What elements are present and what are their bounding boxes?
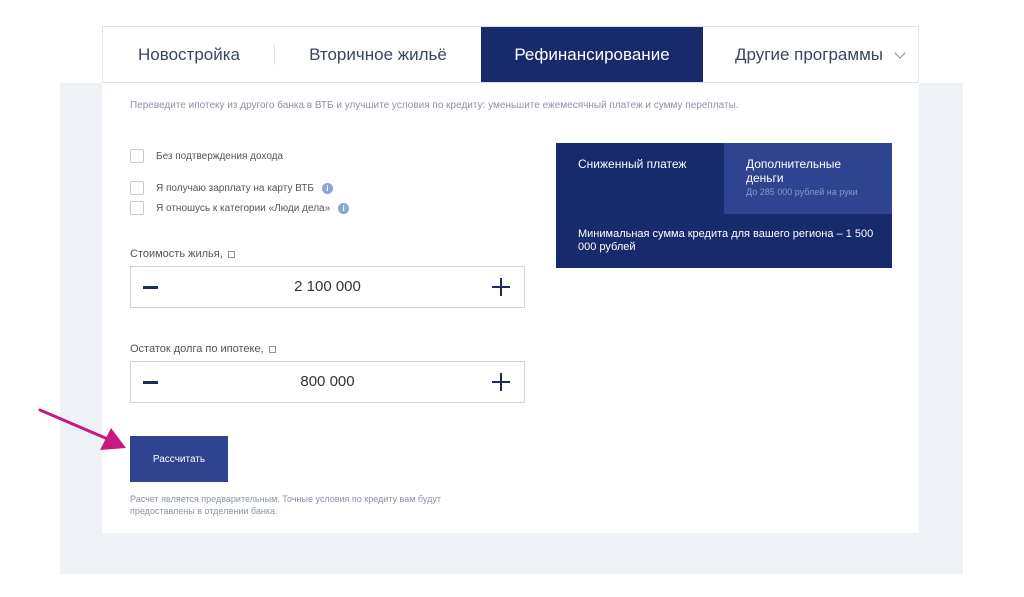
checkbox-box[interactable]: [130, 149, 144, 163]
tab-other-programs[interactable]: Другие программы: [703, 27, 918, 82]
option-extra-money-title: Дополнительные деньги: [746, 157, 841, 185]
page-subtitle: Переведите ипотеку из другого банка в ВТ…: [130, 100, 739, 111]
disclaimer-note: Расчет является предварительным. Точные …: [130, 494, 441, 516]
checkbox-box[interactable]: [130, 181, 144, 195]
checkbox-label: Я отношусь к категории «Люди дела»: [156, 202, 331, 214]
info-icon[interactable]: i: [338, 202, 350, 214]
refinance-options-panel: Сниженный платеж Дополнительные деньги Д…: [556, 143, 892, 268]
currency-icon: [268, 345, 276, 353]
tab-secondary-housing[interactable]: Вторичное жильё: [275, 27, 481, 82]
program-tabs: Новостройка Вторичное жильё Рефинансиров…: [102, 26, 919, 83]
debt-remaining-value[interactable]: 800 000: [131, 362, 524, 402]
currency-icon: [227, 250, 235, 258]
property-cost-label-text: Стоимость жилья,: [130, 248, 223, 260]
property-cost-value[interactable]: 2 100 000: [131, 267, 524, 307]
chevron-down-icon: [894, 47, 906, 59]
checkbox-box[interactable]: [130, 201, 144, 215]
pointer-arrow-icon: [38, 408, 126, 450]
checkbox-business-people[interactable]: Я отношусь к категории «Люди дела» i: [130, 201, 350, 215]
min-credit-text: Минимальная сумма кредита для вашего рег…: [578, 228, 874, 253]
tab-new-building[interactable]: Новостройка: [103, 27, 275, 82]
debt-remaining-label-text: Остаток долга по ипотеке,: [130, 343, 264, 355]
checkbox-no-income-proof[interactable]: Без подтверждения дохода: [130, 149, 283, 163]
tab-label: Новостройка: [138, 44, 240, 64]
option-extra-money-subtitle: До 285 000 рублей на руки: [746, 187, 858, 197]
info-icon[interactable]: i: [321, 182, 333, 194]
debt-remaining-stepper[interactable]: 800 000: [130, 361, 525, 403]
checkbox-label: Я получаю зарплату на карту ВТБ: [156, 182, 314, 194]
option-extra-money[interactable]: Дополнительные деньги До 285 000 рублей …: [724, 143, 892, 214]
tab-label: Другие программы: [735, 44, 883, 64]
plus-icon[interactable]: [490, 275, 514, 299]
plus-icon[interactable]: [490, 370, 514, 394]
checkbox-label: Без подтверждения дохода: [156, 150, 284, 162]
debt-remaining-label: Остаток долга по ипотеке,: [130, 343, 276, 355]
property-cost-label: Стоимость жилья,: [130, 248, 235, 260]
option-lower-payment[interactable]: Сниженный платеж: [578, 157, 698, 171]
tab-label: Вторичное жильё: [309, 44, 447, 64]
calculate-button[interactable]: Рассчитать: [130, 436, 228, 482]
checkbox-vtb-salary[interactable]: Я получаю зарплату на карту ВТБ i: [130, 181, 333, 195]
property-cost-stepper[interactable]: 2 100 000: [130, 266, 525, 308]
tab-refinancing[interactable]: Рефинансирование: [481, 27, 703, 82]
tab-label: Рефинансирование: [514, 44, 670, 64]
calculator-card: Переведите ипотеку из другого банка в ВТ…: [102, 83, 919, 533]
